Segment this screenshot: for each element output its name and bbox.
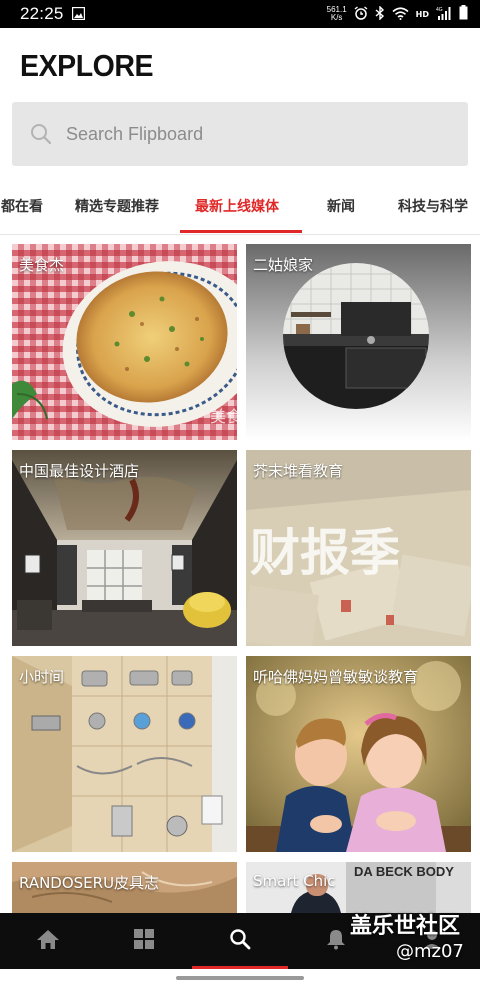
status-time: 22:25 <box>20 4 64 23</box>
tile-overlay-text: 财报季 <box>250 524 400 582</box>
network-speed-unit: K/s <box>330 13 343 22</box>
wifi-icon <box>392 5 409 24</box>
media-tile-erguniangjia[interactable]: 二姑娘家 <box>246 244 471 440</box>
search-placeholder: Search Flipboard <box>66 123 204 144</box>
tile-label: 美食杰 <box>19 256 65 274</box>
tile-label: 听哈佛妈妈曾敏敏谈教育 <box>253 668 419 686</box>
search-icon <box>30 123 52 145</box>
alarm-icon <box>354 5 368 24</box>
tile-label: 中国最佳设计酒店 <box>19 462 140 480</box>
media-tile-randoseru[interactable]: RANDOSERU皮具志 <box>12 862 237 913</box>
media-tile-xiaoshijian[interactable]: 小时间 <box>12 656 237 852</box>
battery-icon <box>459 4 468 24</box>
tile-label: RANDOSERU皮具志 <box>19 874 160 892</box>
network-speed: 561.1 K/s <box>327 6 347 22</box>
media-tile-hotel[interactable]: 中国最佳设计酒店 <box>12 450 237 646</box>
tab-duzaikan[interactable]: 都在看 <box>1 186 43 232</box>
signal-type-label: 4G <box>436 7 443 13</box>
page-title: EXPLORE <box>20 48 154 83</box>
tab-jingxuan[interactable]: 精选专题推荐 <box>75 186 159 232</box>
tab-xinwen[interactable]: 新闻 <box>327 186 355 232</box>
home-gesture-handle[interactable] <box>176 976 304 980</box>
media-tile-harvard-mom[interactable]: 听哈佛妈妈曾敏敏谈教育 <box>246 656 471 852</box>
search-bar[interactable]: Search Flipboard <box>12 102 468 166</box>
nav-home[interactable] <box>0 913 96 969</box>
nav-search[interactable] <box>192 913 288 969</box>
tile-label: 芥末堆看教育 <box>253 462 344 480</box>
bell-icon <box>326 928 346 954</box>
tile-watermark-meishi: 美食 <box>210 407 237 426</box>
media-tile-jiemodui[interactable]: 财报季 芥末堆看教育 <box>246 450 471 646</box>
tile-label: Smart Chic <box>253 872 336 890</box>
active-tab-indicator <box>180 230 302 233</box>
tab-keji[interactable]: 科技与科学 <box>398 186 468 232</box>
bluetooth-icon <box>375 4 385 24</box>
tab-zuixin[interactable]: 最新上线媒体 <box>195 186 279 232</box>
hd-indicator: HD <box>415 9 429 19</box>
cell-signal-icon: 4G <box>436 5 452 24</box>
status-bar: 22:25 561.1 K/s HD 4G <box>0 0 480 28</box>
tile-label: 二姑娘家 <box>253 256 314 274</box>
tile-label: 小时间 <box>19 668 65 686</box>
nav-grid[interactable] <box>96 913 192 969</box>
search-icon <box>229 928 251 954</box>
media-tile-meishijie[interactable]: 美食 美食杰 <box>12 244 237 440</box>
tile-photo-text: DA BECK BODY <box>354 864 454 879</box>
home-icon <box>36 928 60 954</box>
community-watermark: 盖乐世社区 <box>350 914 461 939</box>
gallery-notification-icon <box>71 5 85 24</box>
category-tabs: 都在看 精选专题推荐 最新上线媒体 新闻 科技与科学 <box>0 186 480 235</box>
media-tile-smart-chic[interactable]: DA BECK BODY Smart Chic <box>246 862 471 913</box>
gesture-bar <box>0 969 480 986</box>
grid-icon <box>133 928 155 954</box>
user-watermark: @mz07 <box>396 941 464 962</box>
